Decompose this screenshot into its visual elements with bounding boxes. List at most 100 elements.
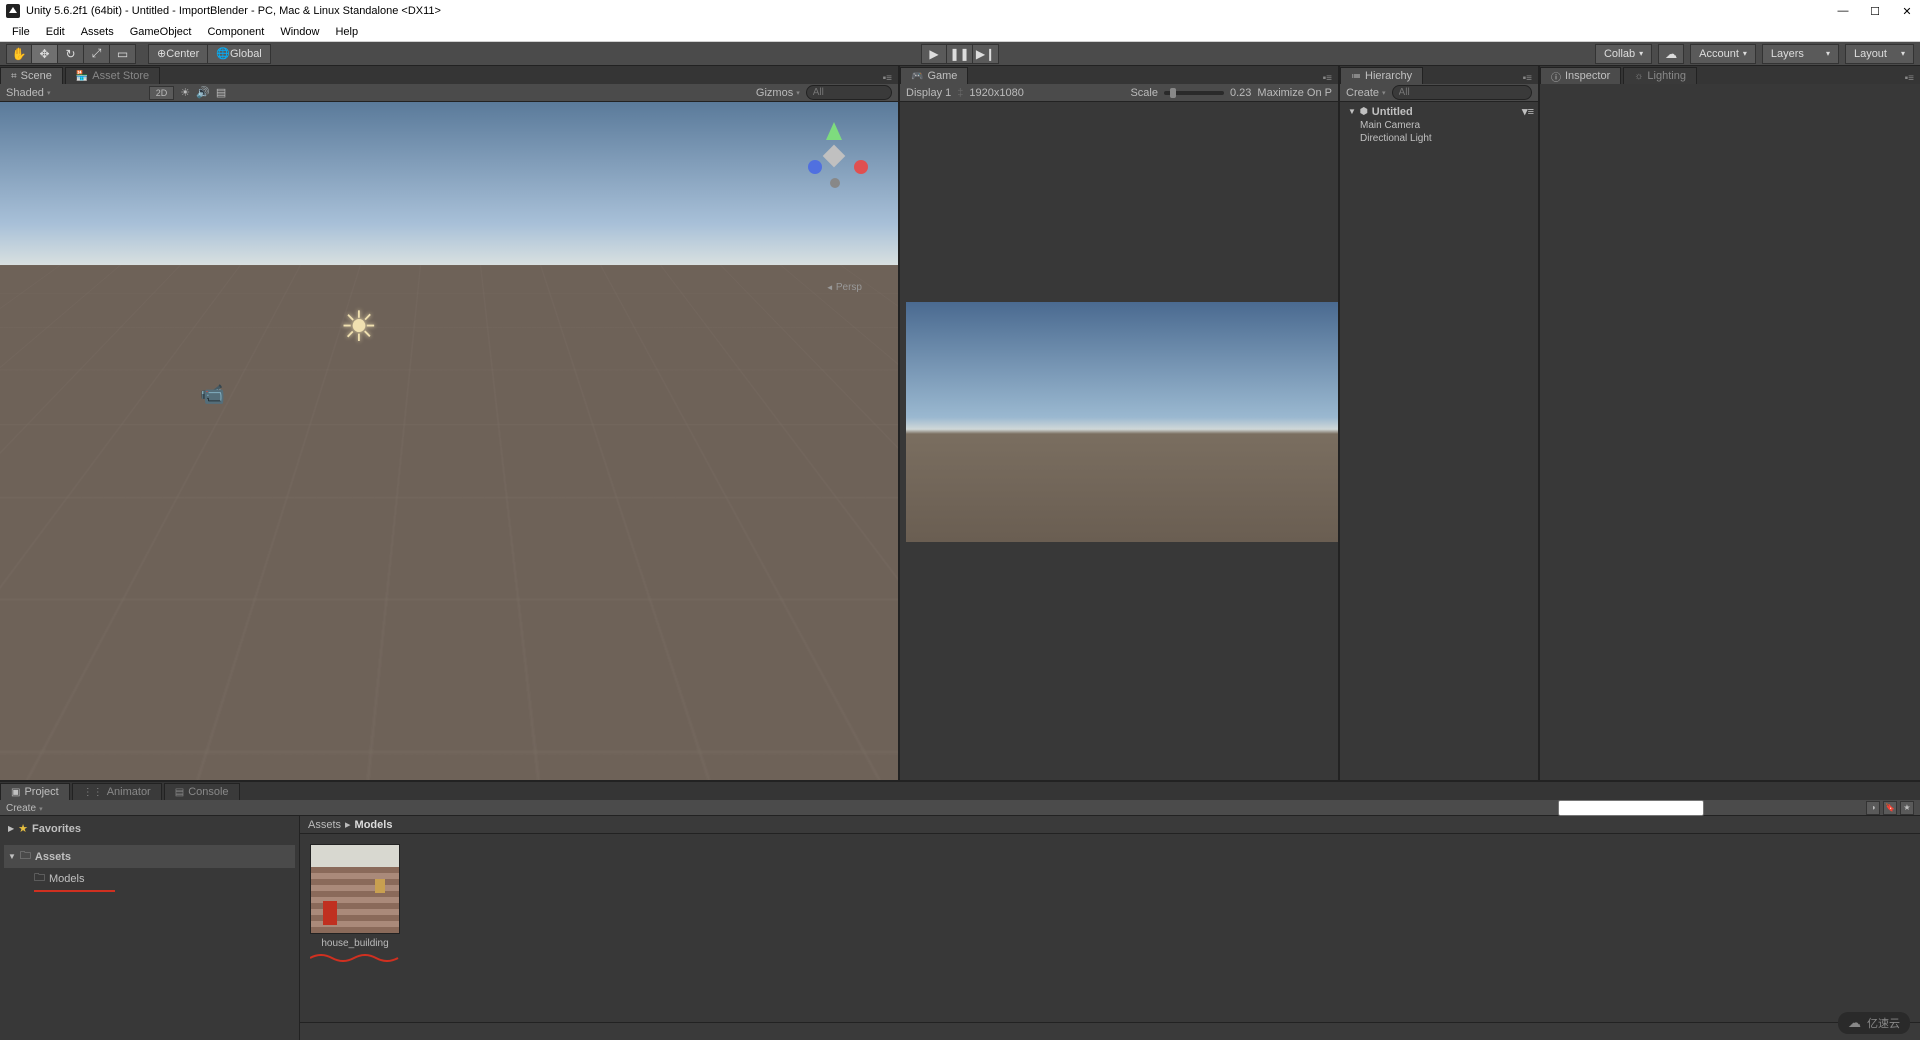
inspector-tab-menu-icon[interactable]: ▪≡ bbox=[1899, 73, 1920, 84]
tab-scene[interactable]: ⌗Scene bbox=[0, 67, 63, 84]
menu-file[interactable]: File bbox=[4, 24, 38, 40]
cloud-button[interactable]: ☁ bbox=[1658, 44, 1684, 64]
tab-inspector[interactable]: ⓘInspector bbox=[1540, 67, 1621, 84]
game-tab-menu-icon[interactable]: ▪≡ bbox=[1317, 73, 1338, 84]
aspect-dropdown[interactable]: 1920x1080 bbox=[969, 87, 1023, 99]
directional-light-gizmo-icon[interactable]: ☀ bbox=[340, 302, 378, 351]
axis-x-icon[interactable] bbox=[854, 160, 868, 174]
hierarchy-item-main-camera[interactable]: Main Camera bbox=[1340, 119, 1538, 132]
account-dropdown[interactable]: Account▾ bbox=[1690, 44, 1756, 64]
tab-project[interactable]: ▣Project bbox=[0, 783, 70, 800]
menu-help[interactable]: Help bbox=[327, 24, 366, 40]
scale-tool-button[interactable]: ⤢ bbox=[84, 44, 110, 64]
search-filter-type-icon[interactable]: 🔖 bbox=[1883, 801, 1897, 815]
tab-animator[interactable]: ⋮⋮Animator bbox=[72, 783, 162, 800]
folder-icon: 🗀 bbox=[20, 847, 31, 866]
console-icon: ▤ bbox=[175, 787, 184, 798]
audio-toggle-icon[interactable]: 🔊 bbox=[196, 86, 210, 99]
project-toolbar: Create ▾ ◑ 🔖 ★ bbox=[0, 800, 1920, 816]
game-icon: 🎮 bbox=[911, 71, 923, 82]
search-filter-asset-icon[interactable]: ◑ bbox=[1866, 801, 1880, 815]
rect-tool-button[interactable]: ▭ bbox=[110, 44, 136, 64]
pivot-toggle-button[interactable]: ⊕ Center bbox=[148, 44, 208, 64]
breadcrumb-separator-icon: ▸ bbox=[345, 818, 351, 831]
menu-gameobject[interactable]: GameObject bbox=[122, 24, 200, 40]
hierarchy-search-input[interactable] bbox=[1392, 85, 1532, 100]
hand-tool-button[interactable]: ✋ bbox=[6, 44, 32, 64]
scene-tab-menu-icon[interactable]: ▪≡ bbox=[877, 73, 898, 84]
search-save-icon[interactable]: ★ bbox=[1900, 801, 1914, 815]
assets-header[interactable]: ▼🗀Assets bbox=[4, 845, 295, 868]
project-create-dropdown[interactable]: Create ▾ bbox=[6, 802, 43, 814]
scene-search-input[interactable] bbox=[806, 85, 892, 100]
hierarchy-create-dropdown[interactable]: Create▾ bbox=[1346, 87, 1386, 99]
scale-slider[interactable] bbox=[1164, 91, 1224, 95]
asset-thumbnail bbox=[310, 844, 400, 934]
menu-edit[interactable]: Edit bbox=[38, 24, 73, 40]
axis-y-icon[interactable] bbox=[826, 122, 842, 140]
asset-house-building[interactable]: house_building bbox=[310, 844, 400, 961]
gizmos-dropdown[interactable]: Gizmos▾ bbox=[756, 87, 800, 99]
breadcrumb: Assets ▸ Models bbox=[300, 816, 1920, 834]
menu-window[interactable]: Window bbox=[272, 24, 327, 40]
tab-hierarchy[interactable]: ≔Hierarchy bbox=[1340, 67, 1423, 84]
pivot-icon: ⊕ bbox=[157, 47, 166, 60]
handle-rotation-button[interactable]: 🌐 Global bbox=[208, 44, 271, 64]
scene-viewport[interactable]: ☀ 📹 Persp bbox=[0, 102, 898, 780]
hierarchy-tab-menu-icon[interactable]: ▪≡ bbox=[1517, 73, 1538, 84]
lighting-toggle-icon[interactable]: ☀ bbox=[180, 86, 190, 99]
perspective-label[interactable]: Persp bbox=[826, 282, 862, 293]
hierarchy-tabs: ≔Hierarchy ▪≡ bbox=[1340, 66, 1538, 84]
expand-arrow-icon[interactable]: ▼ bbox=[1348, 107, 1356, 116]
axis-neg-y-icon[interactable] bbox=[830, 178, 840, 188]
tab-asset-store[interactable]: 🏪Asset Store bbox=[65, 67, 160, 84]
maximize-on-play-toggle[interactable]: Maximize On P bbox=[1257, 87, 1332, 99]
window-title: Unity 5.6.2f1 (64bit) - Untitled - Impor… bbox=[26, 5, 1836, 17]
favorites-header[interactable]: ▶★Favorites bbox=[4, 820, 295, 837]
close-button[interactable]: ✕ bbox=[1900, 4, 1914, 18]
rotate-tool-button[interactable]: ↻ bbox=[58, 44, 84, 64]
move-tool-button[interactable]: ✥ bbox=[32, 44, 58, 64]
scene-context-menu-icon[interactable]: ▾≡ bbox=[1522, 105, 1534, 118]
2d-toggle[interactable]: 2D bbox=[149, 86, 175, 100]
gizmo-center-icon[interactable] bbox=[823, 145, 846, 168]
hierarchy-list: ▼ ⬢ Untitled ▾≡ Main Camera Directional … bbox=[1340, 102, 1538, 780]
annotation-underline bbox=[34, 890, 115, 892]
folder-models[interactable]: 🗀Models bbox=[4, 868, 295, 889]
collab-dropdown[interactable]: Collab▾ bbox=[1595, 44, 1652, 64]
maximize-button[interactable]: ☐ bbox=[1868, 4, 1882, 18]
shading-dropdown[interactable]: Shaded▾ bbox=[6, 87, 50, 99]
animator-icon: ⋮⋮ bbox=[83, 787, 103, 798]
project-area: ▣Project ⋮⋮Animator ▤Console Create ▾ ◑ … bbox=[0, 780, 1920, 1040]
camera-gizmo-icon[interactable]: 📹 bbox=[200, 382, 225, 407]
hierarchy-scene-row[interactable]: ▼ ⬢ Untitled ▾≡ bbox=[1340, 104, 1538, 119]
tab-game[interactable]: 🎮Game bbox=[900, 67, 968, 84]
axis-z-icon[interactable] bbox=[808, 160, 822, 174]
scene-orientation-gizmo[interactable] bbox=[798, 120, 870, 192]
watermark-icon: ☁ bbox=[1848, 1015, 1861, 1031]
play-button[interactable]: ▶ bbox=[921, 44, 947, 64]
menu-assets[interactable]: Assets bbox=[73, 24, 122, 40]
step-button[interactable]: ▶❙ bbox=[973, 44, 999, 64]
game-subtoolbar: Display 1 ‡ 1920x1080 Scale 0.23 Maximiz… bbox=[900, 84, 1338, 102]
hierarchy-item-directional-light[interactable]: Directional Light bbox=[1340, 132, 1538, 145]
scene-ground-grid bbox=[0, 265, 898, 780]
assets-grid[interactable]: house_building bbox=[300, 834, 1920, 1022]
minimize-button[interactable]: — bbox=[1836, 4, 1850, 18]
tab-lighting[interactable]: ☼Lighting bbox=[1623, 67, 1697, 84]
project-search-input[interactable] bbox=[1558, 800, 1704, 816]
breadcrumb-models[interactable]: Models bbox=[355, 819, 393, 831]
menu-component[interactable]: Component bbox=[199, 24, 272, 40]
tab-console[interactable]: ▤Console bbox=[164, 783, 240, 800]
unity-scene-icon: ⬢ bbox=[1360, 106, 1368, 117]
folder-icon: 🗀 bbox=[34, 869, 45, 888]
fx-toggle-icon[interactable]: ▤ bbox=[216, 86, 226, 99]
inspector-panel bbox=[1540, 84, 1920, 780]
breadcrumb-assets[interactable]: Assets bbox=[308, 819, 341, 831]
main-toolbar: ✋ ✥ ↻ ⤢ ▭ ⊕ Center 🌐 Global ▶ ❚❚ ▶❙ Coll… bbox=[0, 42, 1920, 66]
window-titlebar: Unity 5.6.2f1 (64bit) - Untitled - Impor… bbox=[0, 0, 1920, 22]
layout-dropdown[interactable]: Layout▾ bbox=[1845, 44, 1914, 64]
layers-dropdown[interactable]: Layers▾ bbox=[1762, 44, 1839, 64]
display-dropdown[interactable]: Display 1 bbox=[906, 87, 951, 99]
pause-button[interactable]: ❚❚ bbox=[947, 44, 973, 64]
